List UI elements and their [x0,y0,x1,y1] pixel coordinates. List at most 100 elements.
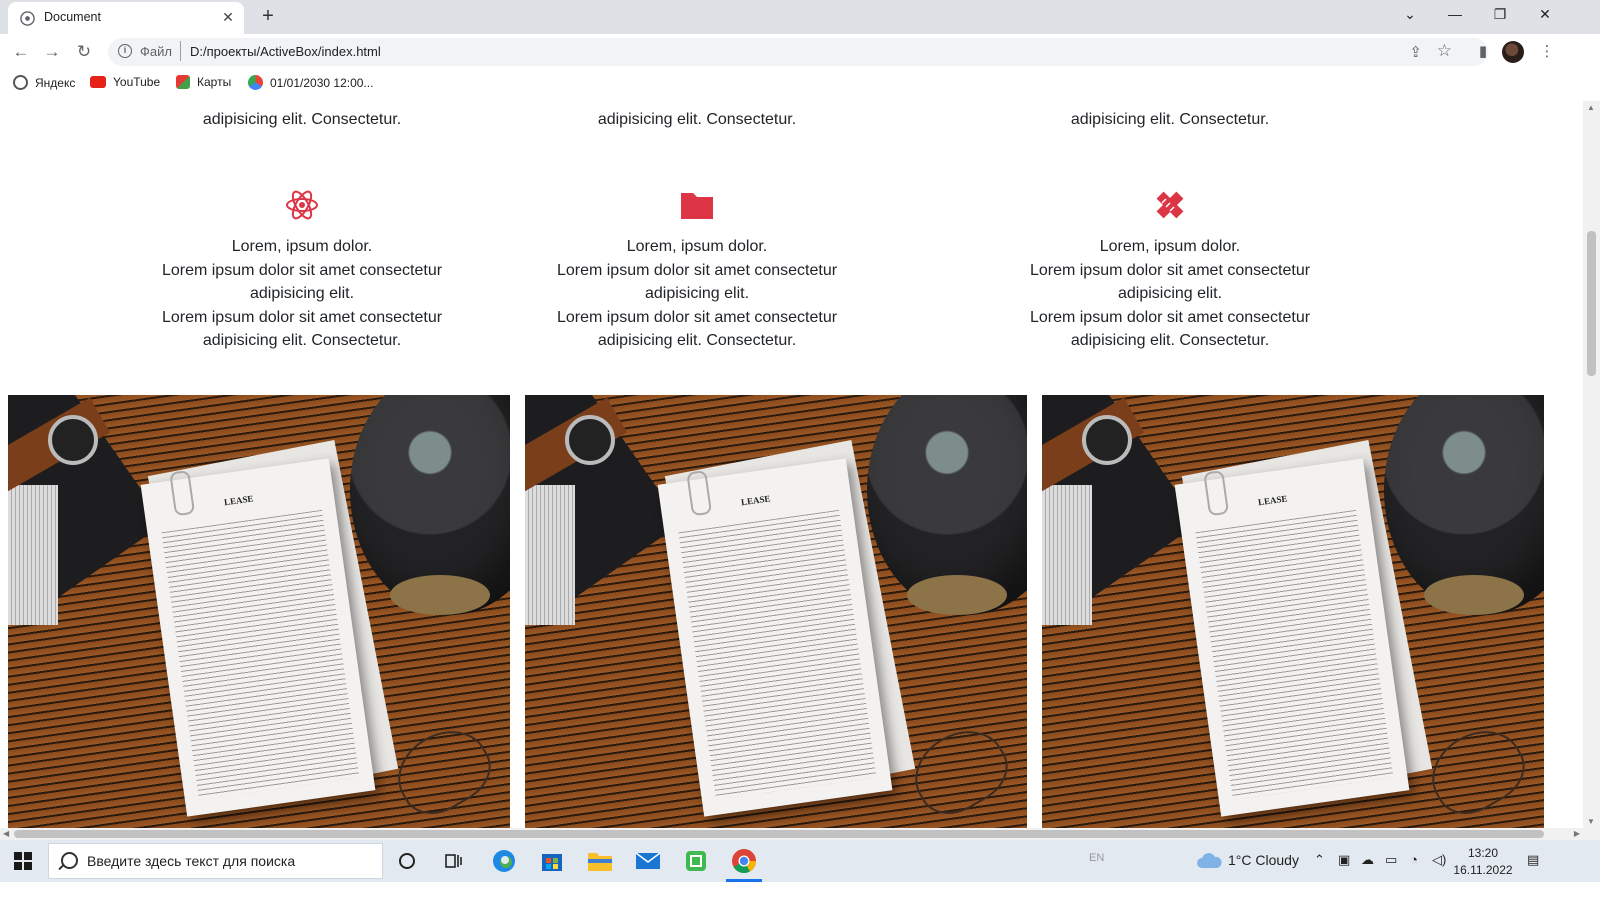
bookmark-maps[interactable]: Карты [176,75,231,89]
tab-title: Document [44,10,101,24]
bookmark-youtube[interactable]: YouTube [90,75,160,89]
date-text: 16.11.2022 [1453,863,1513,877]
feature-text: adipisicing elit. Consectetur. [1070,111,1270,128]
bookmark-label: YouTube [113,75,161,89]
file-explorer-icon[interactable] [584,845,616,877]
taskbar-search-input[interactable]: Введите здесь текст для поиска [48,843,383,879]
feature-partial-1: adipisicing elit. Consectetur. [132,108,472,132]
taskbar: Введите здесь текст для поиска EN 1°C Cl… [0,840,1600,882]
chrome-icon[interactable] [728,845,760,877]
folder-glyph [588,853,612,871]
browser-toolbar: ← → ↻ i Файл D:/проекты/ActiveBox/index.… [0,34,1600,70]
mail-icon[interactable] [632,845,664,877]
close-icon[interactable]: ✕ [220,9,236,25]
feature-text: adipisicing elit. [249,285,355,302]
bookmark-star-icon[interactable]: ☆ [1437,41,1452,61]
feature-text: Lorem ipsum dolor sit amet consectetur [1029,308,1311,326]
close-window-button[interactable]: ✕ [1522,0,1568,30]
globe-base-shape [907,575,1007,615]
notification-icon[interactable]: ▤ [1527,852,1539,868]
snip-glyph [686,851,706,871]
language-indicator[interactable]: EN [1089,852,1104,864]
scroll-right-icon[interactable]: ▶ [1574,829,1580,838]
bookmark-yandex[interactable]: Яндекс [13,75,75,90]
new-tab-button[interactable]: + [256,5,280,29]
back-icon[interactable]: ← [9,40,33,64]
watch-icon [1082,415,1132,465]
vertical-scrollbar[interactable]: ▲ ▼ [1583,101,1600,828]
feature-card: Lorem, ipsum dolor. Lorem ipsum dolor si… [132,187,472,353]
avatar[interactable] [1502,41,1524,63]
bookmark-label: Яндекс [35,75,76,90]
snipping-tool-icon[interactable] [680,845,712,877]
clock-icon [248,75,263,90]
scroll-left-icon[interactable]: ◀ [3,829,9,838]
meet-now-icon[interactable]: ▣ [1338,852,1350,868]
reload-icon[interactable]: ↻ [72,40,96,64]
time-text: 13:20 [1467,846,1499,860]
menu-icon[interactable]: ⋮ [1535,40,1559,64]
task-view-glyph [445,854,462,868]
feature-card: Lorem, ipsum dolor. Lorem ipsum dolor si… [527,187,867,353]
forward-icon[interactable]: → [40,40,64,64]
tab-strip: Document ✕ + ⌄ — ❐ ✕ [0,0,1600,34]
side-panel-icon[interactable]: ▮ [1471,40,1495,64]
wifi-icon[interactable]: ◔ [1410,852,1418,867]
feature-text: adipisicing elit. [1117,285,1223,302]
feature-text: Lorem ipsum dolor sit amet consectetur [556,308,838,326]
edge-icon[interactable] [488,845,520,877]
battery-icon[interactable]: ▭ [1385,852,1397,868]
address-bar[interactable]: i Файл D:/проекты/ActiveBox/index.html ⇪… [108,38,1488,66]
paper-text-lines [161,509,360,800]
bookmark-date[interactable]: 01/01/2030 12:00... [248,75,373,90]
youtube-icon [90,76,106,88]
volume-icon[interactable]: ◁) [1432,852,1446,868]
weather-text[interactable]: 1°C Cloudy [1228,852,1299,868]
globe-icon [13,75,28,90]
restore-button[interactable]: ❐ [1477,0,1523,30]
glasses-shape [1417,715,1537,827]
scroll-up-icon[interactable]: ▲ [1587,103,1595,112]
tab-search-icon[interactable]: ⌄ [1387,0,1433,30]
feature-text: Lorem ipsum dolor sit amet consectetur [161,261,443,279]
newspaper-shape [8,485,58,625]
scroll-thumb[interactable] [14,830,1544,838]
document-photo: LEASE [1042,395,1544,828]
share-icon[interactable]: ⇪ [1409,43,1422,61]
task-view-icon[interactable] [438,845,470,877]
feature-partial-3: adipisicing elit. Consectetur. [1000,108,1340,132]
pencil-ruler-icon [1156,191,1184,219]
cortana-icon[interactable] [391,845,423,877]
scroll-corner [1583,828,1600,840]
feature-text: adipisicing elit. Consectetur. [202,332,402,349]
onedrive-icon[interactable]: ☁ [1361,852,1374,868]
feature-text: adipisicing elit. Consectetur. [597,111,797,128]
windows-start-icon[interactable] [14,852,32,870]
scroll-thumb[interactable] [1587,231,1596,376]
url-text[interactable]: D:/проекты/ActiveBox/index.html [190,44,381,59]
bookmark-label: 01/01/2030 12:00... [270,75,374,90]
url-scheme-label: Файл [140,44,172,59]
globe-base-shape [1424,575,1524,615]
store-icon[interactable] [536,845,568,877]
mail-glyph [635,852,661,869]
bookmarks-bar: Яндекс YouTube Карты 01/01/2030 12:00... [0,70,1600,102]
feature-text: Lorem ipsum dolor sit amet consectetur [556,261,838,279]
info-icon[interactable]: i [118,44,132,58]
minimize-button[interactable]: — [1432,0,1478,30]
newspaper-shape [1042,485,1092,625]
chevron-up-icon[interactable]: ⌃ [1314,852,1325,868]
globe-base-shape [390,575,490,615]
glasses-shape [900,715,1020,827]
active-app-indicator [726,879,762,882]
clock[interactable]: 13:20 16.11.2022 [1452,845,1514,879]
scroll-down-icon[interactable]: ▼ [1587,817,1595,826]
tab-document[interactable]: Document ✕ [8,2,244,34]
feature-text: Lorem ipsum dolor sit amet consectetur [1029,261,1311,279]
feature-title: Lorem, ipsum dolor. [1099,238,1241,255]
feature-text: adipisicing elit. [644,285,750,302]
feature-partial-2: adipisicing elit. Consectetur. [527,108,867,132]
feature-text: adipisicing elit. Consectetur. [1070,332,1270,349]
horizontal-scrollbar[interactable]: ◀ ▶ [0,828,1583,840]
page-viewport: adipisicing elit. Consectetur. adipisici… [0,101,1583,828]
